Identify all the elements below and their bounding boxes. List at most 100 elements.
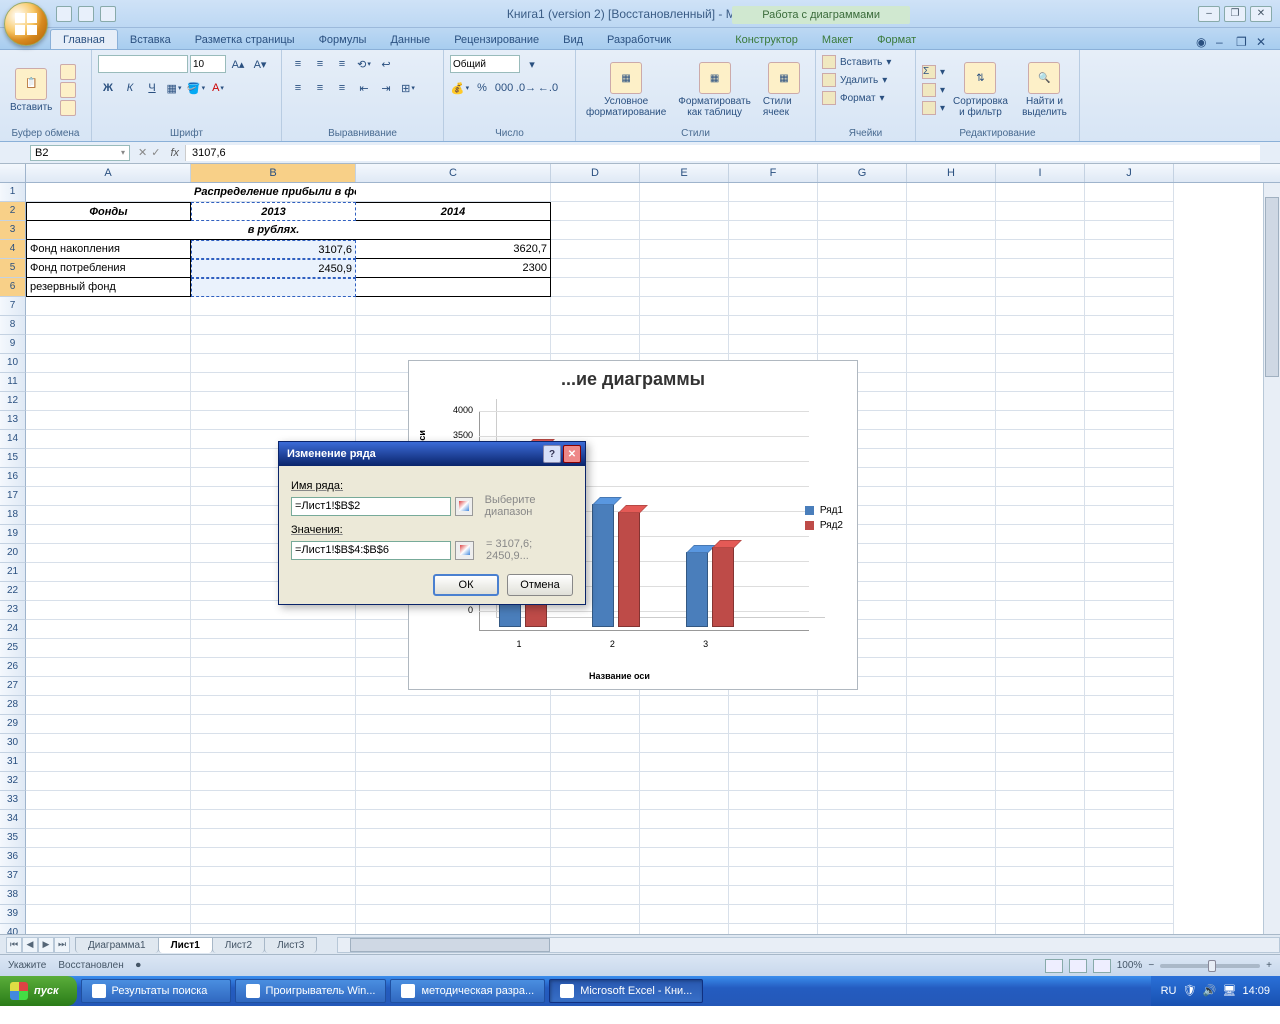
cell[interactable] — [996, 601, 1085, 620]
cell[interactable] — [907, 525, 996, 544]
cell[interactable] — [729, 335, 818, 354]
row-header[interactable]: 16 — [0, 468, 26, 487]
cell[interactable] — [907, 791, 996, 810]
taskbar-item[interactable]: Проигрыватель Win... — [235, 979, 387, 1003]
row-header[interactable]: 29 — [0, 715, 26, 734]
cell[interactable] — [818, 316, 907, 335]
font-family-select[interactable] — [98, 55, 188, 73]
cell[interactable] — [907, 772, 996, 791]
tab-chart-design[interactable]: Конструктор — [723, 30, 810, 49]
cell[interactable] — [26, 715, 191, 734]
cell[interactable] — [26, 487, 191, 506]
cell[interactable] — [996, 677, 1085, 696]
cell[interactable] — [996, 620, 1085, 639]
cell[interactable] — [818, 335, 907, 354]
cell[interactable] — [996, 791, 1085, 810]
cell[interactable] — [551, 867, 640, 886]
cell[interactable] — [551, 240, 640, 259]
cell[interactable] — [191, 696, 356, 715]
cell[interactable] — [907, 183, 996, 202]
find-select-button[interactable]: 🔍Найти и выделить — [1016, 60, 1073, 120]
cell[interactable]: Фонд накопления — [26, 240, 191, 259]
cell[interactable] — [191, 829, 356, 848]
cell[interactable] — [996, 525, 1085, 544]
cell[interactable] — [1085, 221, 1174, 240]
cell[interactable] — [907, 924, 996, 934]
cell[interactable] — [818, 202, 907, 221]
row-header[interactable]: 24 — [0, 620, 26, 639]
cell[interactable] — [996, 886, 1085, 905]
tab-home[interactable]: Главная — [50, 29, 118, 49]
cell[interactable] — [1085, 791, 1174, 810]
maximize-button[interactable]: ❐ — [1224, 6, 1246, 22]
currency-icon[interactable]: 💰 — [450, 78, 470, 98]
cell[interactable] — [729, 715, 818, 734]
cell[interactable] — [191, 278, 356, 297]
cell[interactable] — [26, 620, 191, 639]
cell[interactable] — [818, 772, 907, 791]
save-icon[interactable] — [56, 6, 72, 22]
cell[interactable]: Фонды — [26, 202, 191, 221]
cell[interactable] — [729, 924, 818, 934]
cell[interactable] — [26, 848, 191, 867]
cell[interactable] — [818, 240, 907, 259]
cell[interactable] — [907, 848, 996, 867]
cell[interactable] — [907, 734, 996, 753]
tab-page-layout[interactable]: Разметка страницы — [183, 30, 307, 49]
cell[interactable] — [996, 468, 1085, 487]
cell[interactable] — [907, 278, 996, 297]
cell[interactable] — [191, 772, 356, 791]
cell[interactable] — [996, 240, 1085, 259]
cell[interactable] — [551, 715, 640, 734]
cell[interactable] — [640, 829, 729, 848]
indent-decrease-icon[interactable]: ⇤ — [354, 78, 374, 98]
row-header[interactable]: 40 — [0, 924, 26, 934]
cell[interactable] — [996, 563, 1085, 582]
cut-icon[interactable] — [60, 64, 76, 80]
cell[interactable] — [26, 791, 191, 810]
orientation-icon[interactable]: ⟲ — [354, 54, 374, 74]
col-header-C[interactable]: C — [356, 164, 551, 182]
row-header[interactable]: 20 — [0, 544, 26, 563]
cell[interactable] — [26, 411, 191, 430]
cell[interactable] — [356, 696, 551, 715]
tab-review[interactable]: Рецензирование — [442, 30, 551, 49]
cell[interactable] — [551, 848, 640, 867]
cell[interactable] — [996, 639, 1085, 658]
grow-font-icon[interactable]: A▴ — [228, 54, 248, 74]
cell[interactable] — [640, 772, 729, 791]
cell[interactable] — [551, 297, 640, 316]
cell[interactable] — [907, 316, 996, 335]
cell[interactable] — [640, 221, 729, 240]
merge-button[interactable]: ⊞ — [398, 78, 418, 98]
view-page-break-icon[interactable] — [1093, 959, 1111, 973]
cell[interactable] — [640, 715, 729, 734]
format-as-table-button[interactable]: ▦Форматировать как таблицу — [674, 60, 755, 120]
cell[interactable] — [1085, 582, 1174, 601]
cell[interactable] — [26, 696, 191, 715]
cell[interactable] — [191, 753, 356, 772]
dialog-title-bar[interactable]: Изменение ряда ? ✕ — [279, 442, 585, 466]
name-box[interactable]: B2▾ — [30, 145, 130, 161]
row-header[interactable]: 10 — [0, 354, 26, 373]
cell[interactable]: 2450,9 — [191, 259, 356, 278]
cell[interactable] — [640, 867, 729, 886]
tab-view[interactable]: Вид — [551, 30, 595, 49]
cell[interactable] — [996, 829, 1085, 848]
cell[interactable] — [996, 696, 1085, 715]
cell[interactable] — [907, 544, 996, 563]
tab-formulas[interactable]: Формулы — [307, 30, 379, 49]
cell[interactable] — [640, 240, 729, 259]
cell[interactable] — [640, 905, 729, 924]
cell[interactable] — [729, 240, 818, 259]
cell[interactable]: в рублях. — [191, 221, 356, 240]
cell[interactable] — [729, 696, 818, 715]
workbook-restore-icon[interactable]: ❐ — [1236, 35, 1250, 49]
cell[interactable] — [996, 221, 1085, 240]
cell[interactable] — [729, 297, 818, 316]
cell[interactable] — [1085, 696, 1174, 715]
fill-button[interactable]: ▾ — [922, 82, 945, 98]
align-bottom-icon[interactable]: ≡ — [332, 54, 352, 74]
view-normal-icon[interactable] — [1045, 959, 1063, 973]
view-page-layout-icon[interactable] — [1069, 959, 1087, 973]
